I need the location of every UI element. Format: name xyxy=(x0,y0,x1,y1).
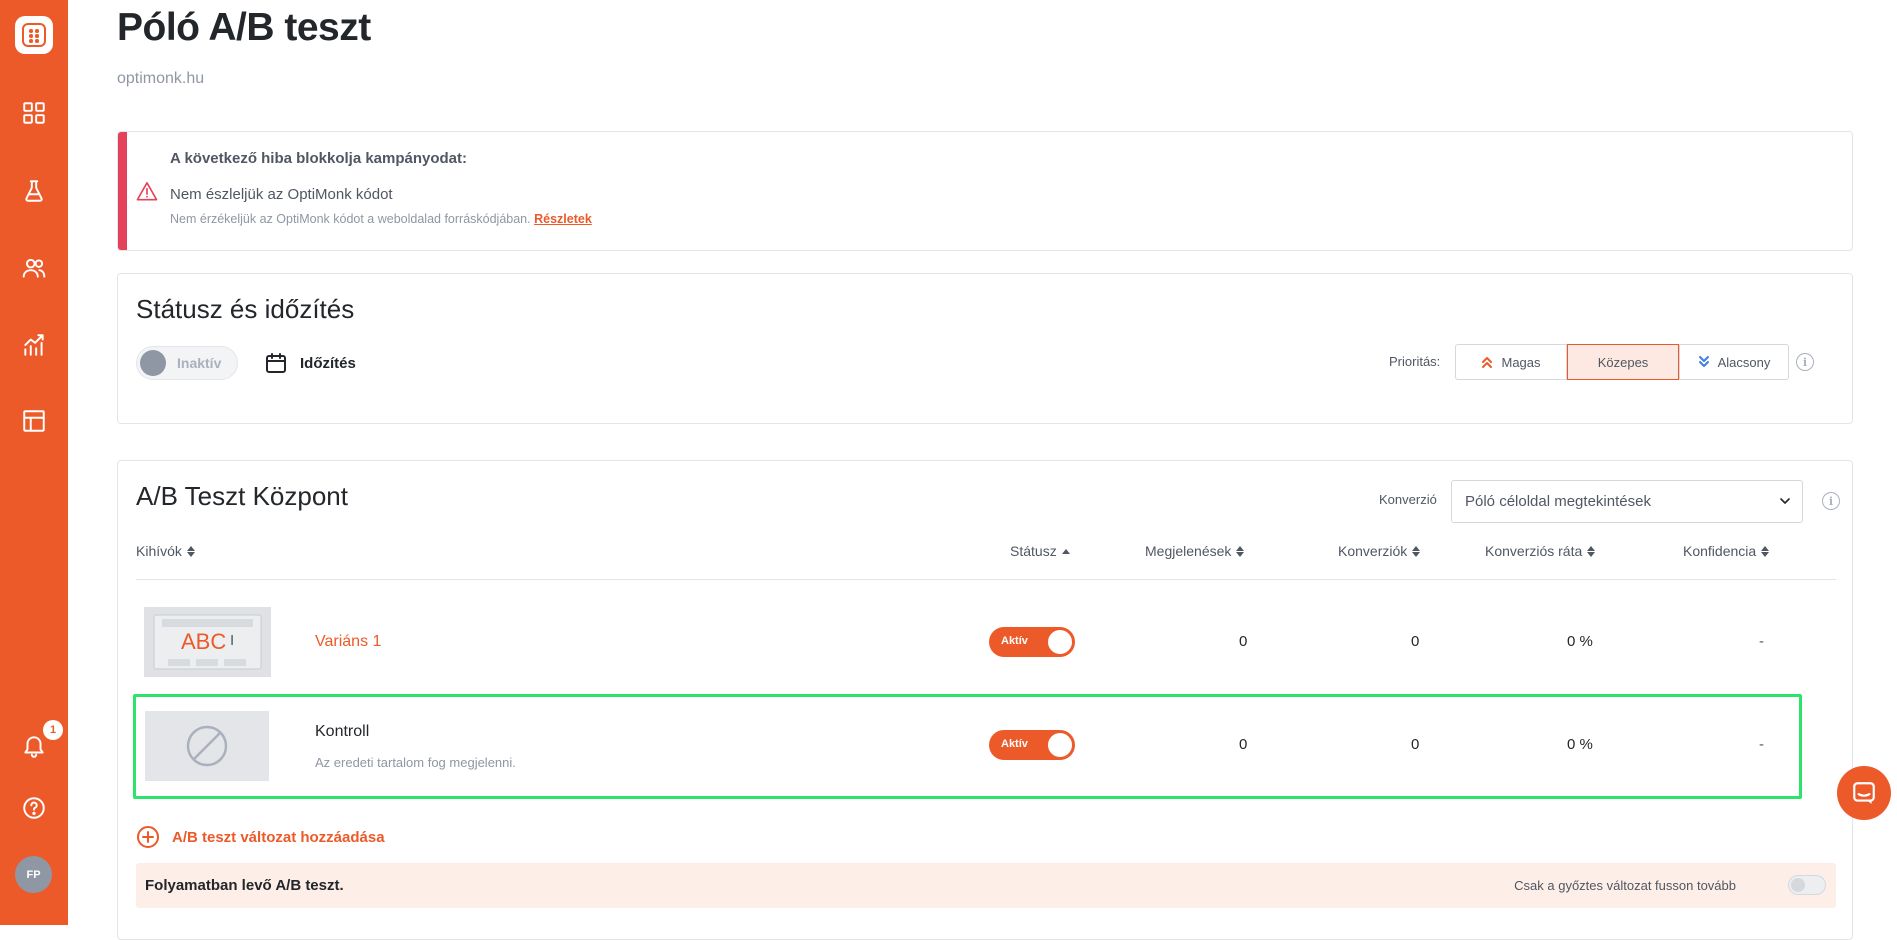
variant-status-toggle[interactable]: Aktív xyxy=(989,627,1075,657)
conversion-rate-value: 0 % xyxy=(1567,633,1593,650)
flask-icon[interactable] xyxy=(20,177,48,205)
details-link[interactable]: Részletek xyxy=(534,212,592,226)
sort-icon xyxy=(1236,545,1245,557)
thumbnail-text: ABC xyxy=(181,629,227,654)
winner-only-toggle[interactable] xyxy=(1788,875,1826,895)
priority-info-icon[interactable]: i xyxy=(1796,353,1814,371)
schedule-button[interactable]: Időzítés xyxy=(264,350,356,376)
control-name: Kontroll xyxy=(315,723,370,740)
conversion-select[interactable]: Póló céloldal megtekintések xyxy=(1451,480,1803,523)
status-scheduling-card: Státusz és időzítés Inaktív Időzítés Pri… xyxy=(117,273,1853,424)
bell-icon[interactable] xyxy=(20,732,48,760)
running-test-label: Folyamatban levő A/B teszt. xyxy=(145,877,344,894)
priority-low-button[interactable]: Alacsony xyxy=(1679,344,1789,380)
sort-icon xyxy=(1587,545,1596,557)
column-header-label: Konverziók xyxy=(1338,543,1408,559)
toggle-label: Inaktív xyxy=(177,355,222,371)
plus-circle-icon xyxy=(137,826,159,848)
confidence-value: - xyxy=(1759,736,1764,753)
header-divider xyxy=(136,579,1836,580)
alert-message: Nem észleljük az OptiMonk kódot xyxy=(170,186,393,203)
toggle-knob xyxy=(1048,630,1072,654)
priority-label: Prioritás: xyxy=(1389,354,1441,369)
variant-thumbnail[interactable]: ABC I xyxy=(144,607,271,677)
column-header-impressions[interactable]: Megjelenések xyxy=(1145,543,1245,559)
error-alert: A következő hiba blokkolja kampányodat: … xyxy=(117,131,1853,251)
variant-name-link[interactable]: Variáns 1 xyxy=(315,633,381,651)
toggle-label: Aktív xyxy=(1001,738,1028,750)
dashboard-icon[interactable] xyxy=(20,99,48,127)
warning-icon xyxy=(136,182,158,201)
chat-icon xyxy=(1853,782,1875,804)
notification-badge: 1 xyxy=(43,720,63,740)
add-variant-button[interactable]: A/B teszt változat hozzáadása xyxy=(136,825,385,849)
running-test-bar: Folyamatban levő A/B teszt. Csak a győzt… xyxy=(136,863,1836,908)
analytics-icon[interactable] xyxy=(20,331,48,359)
priority-medium-label: Közepes xyxy=(1597,354,1649,370)
toggle-knob xyxy=(140,350,166,376)
impressions-value: 0 xyxy=(1239,736,1248,753)
column-header-conversion-rate[interactable]: Konverziós ráta xyxy=(1485,543,1596,559)
chat-button[interactable] xyxy=(1837,766,1891,820)
winner-only-label: Csak a győztes változat fusson tovább xyxy=(1514,878,1736,893)
conversions-value: 0 xyxy=(1411,633,1420,650)
ab-section-title: A/B Teszt Központ xyxy=(136,481,348,511)
priority-low-label: Alacsony xyxy=(1717,354,1771,370)
column-header-label: Konverziós ráta xyxy=(1485,543,1583,559)
logo-icon[interactable] xyxy=(15,16,53,54)
avatar[interactable]: FP xyxy=(15,856,52,893)
column-header-label: Kihívók xyxy=(136,543,182,559)
priority-high-label: Magas xyxy=(1501,354,1541,370)
sidebar: 1 FP xyxy=(0,0,68,925)
sort-icon xyxy=(1412,545,1421,557)
column-header-confidence[interactable]: Konfidencia xyxy=(1683,543,1770,559)
conversions-value: 0 xyxy=(1411,736,1420,753)
toggle-knob xyxy=(1791,878,1805,892)
users-icon[interactable] xyxy=(20,254,48,282)
status-section-title: Státusz és időzítés xyxy=(136,294,355,324)
confidence-value: - xyxy=(1759,633,1764,650)
calendar-icon xyxy=(266,353,286,373)
column-header-label: Státusz xyxy=(1010,543,1057,559)
alert-accent-bar xyxy=(118,132,127,250)
control-description: Az eredeti tartalom fog megjelenni. xyxy=(315,755,516,770)
templates-icon[interactable] xyxy=(20,407,48,435)
column-header-label: Megjelenések xyxy=(1145,543,1232,559)
no-content-icon xyxy=(145,711,269,781)
priority-medium-button[interactable]: Közepes xyxy=(1567,344,1679,380)
campaign-active-toggle[interactable]: Inaktív xyxy=(136,346,238,380)
priority-high-button[interactable]: Magas xyxy=(1455,344,1567,380)
ab-test-center-card: A/B Teszt Központ Konverzió Póló célolda… xyxy=(117,460,1853,940)
control-status-toggle[interactable]: Aktív xyxy=(989,730,1075,760)
selected-row-highlight xyxy=(133,694,1802,799)
alert-title: A következő hiba blokkolja kampányodat: xyxy=(170,150,468,167)
help-icon[interactable] xyxy=(20,794,48,822)
sort-icon xyxy=(186,545,195,557)
chevrons-down-icon xyxy=(1698,356,1709,367)
conversion-rate-value: 0 % xyxy=(1567,736,1593,753)
schedule-label: Időzítés xyxy=(300,354,356,372)
column-header-conversions[interactable]: Konverziók xyxy=(1338,543,1421,559)
chevrons-up-icon xyxy=(1482,357,1493,368)
toggle-knob xyxy=(1048,733,1072,757)
conversion-select-value: Póló céloldal megtekintések xyxy=(1465,493,1651,510)
conversion-info-icon[interactable]: i xyxy=(1822,492,1840,510)
page-domain: optimonk.hu xyxy=(117,70,205,87)
sort-asc-icon xyxy=(1061,548,1070,554)
control-thumbnail[interactable] xyxy=(145,711,269,781)
chevron-down-icon xyxy=(1780,498,1790,504)
text-cursor-icon: I xyxy=(230,632,235,649)
toggle-label: Aktív xyxy=(1001,635,1028,647)
page-title: Póló A/B teszt xyxy=(117,6,371,49)
conversion-label: Konverzió xyxy=(1379,492,1437,507)
alert-detail-text: Nem érzékeljük az OptiMonk kódot a webol… xyxy=(170,212,531,226)
column-header-status[interactable]: Státusz xyxy=(1010,543,1070,559)
priority-selector: Magas Közepes Alacsony xyxy=(1455,344,1789,380)
alert-detail: Nem érzékeljük az OptiMonk kódot a webol… xyxy=(170,212,592,226)
column-header-challengers[interactable]: Kihívók xyxy=(136,543,195,559)
column-header-label: Konfidencia xyxy=(1683,543,1757,559)
impressions-value: 0 xyxy=(1239,633,1248,650)
add-variant-label: A/B teszt változat hozzáadása xyxy=(172,828,385,846)
sort-icon xyxy=(1761,545,1770,557)
